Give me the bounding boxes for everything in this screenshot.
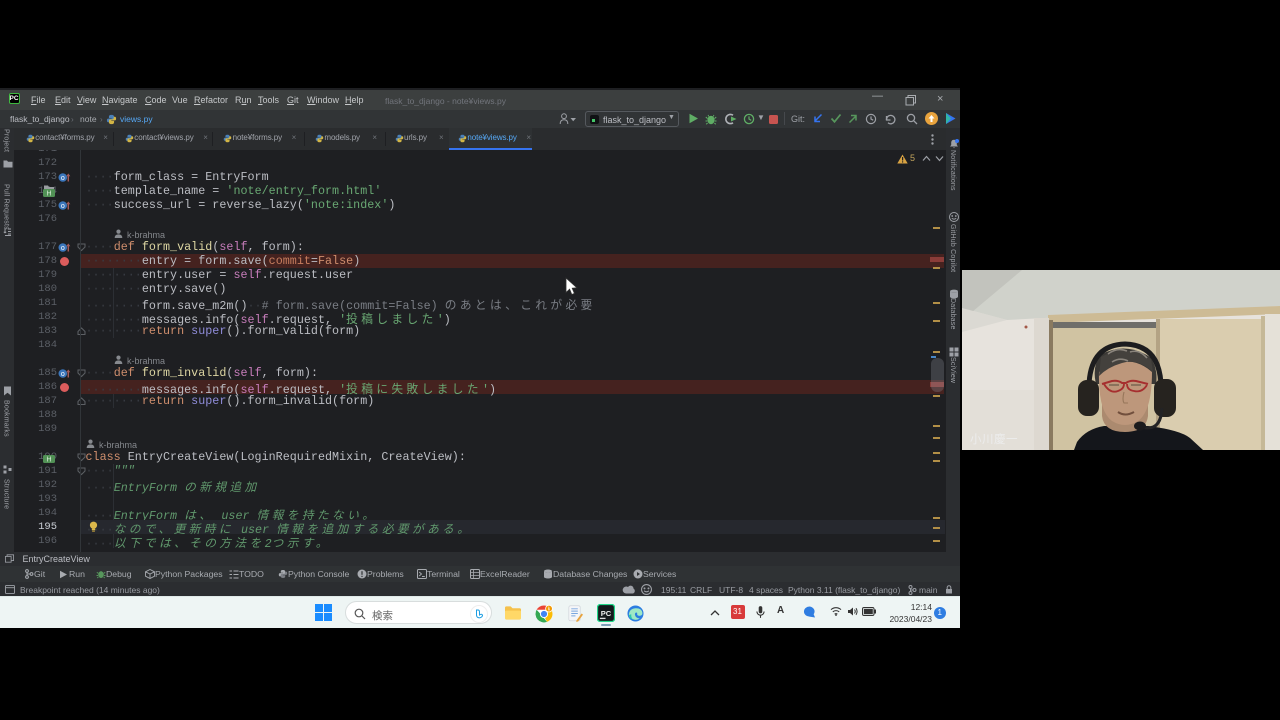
- svg-text:o: o: [61, 175, 65, 182]
- svg-text:PC: PC: [601, 609, 612, 618]
- svg-text:o: o: [61, 371, 65, 378]
- svg-text:o: o: [61, 203, 65, 210]
- svg-text:H: H: [46, 191, 51, 198]
- svg-text:H: H: [46, 457, 51, 464]
- svg-text:o: o: [61, 245, 65, 252]
